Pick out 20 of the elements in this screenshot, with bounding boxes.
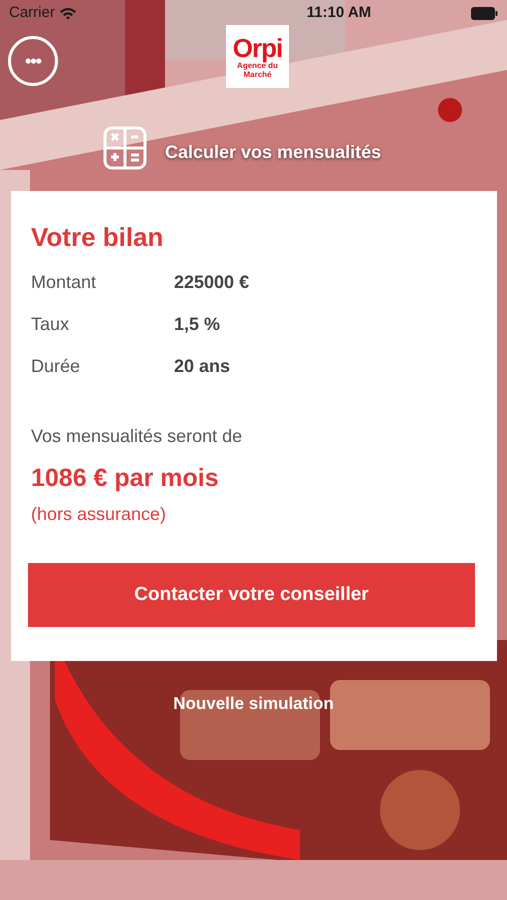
field-value: 1,5 % [174,313,220,336]
screen-title: Calculer vos mensualités [165,140,382,164]
battery-icon [470,6,498,20]
result-intro: Vos mensualités seront de [31,425,244,447]
field-label: Montant [31,271,98,294]
field-label: Durée [31,355,82,378]
contact-button[interactable]: Contacter votre conseiller [28,563,475,627]
field-value: 20 ans [174,355,230,378]
card-title: Votre bilan [31,221,164,253]
field-label: Taux [31,313,70,336]
monthly-amount: 1086 € par mois [31,463,220,493]
status-time: 11:10 AM [306,2,372,23]
logo-brand: Orpi [232,34,282,60]
calculator-icon [103,126,147,170]
wifi-icon [58,6,77,20]
carrier-label: Carrier [9,2,55,23]
insurance-note: (hors assurance) [31,503,168,525]
new-simulation-link[interactable]: Nouvelle simulation [169,691,338,716]
menu-button[interactable]: ••• [8,36,58,86]
field-value: 225000 € [174,271,250,294]
